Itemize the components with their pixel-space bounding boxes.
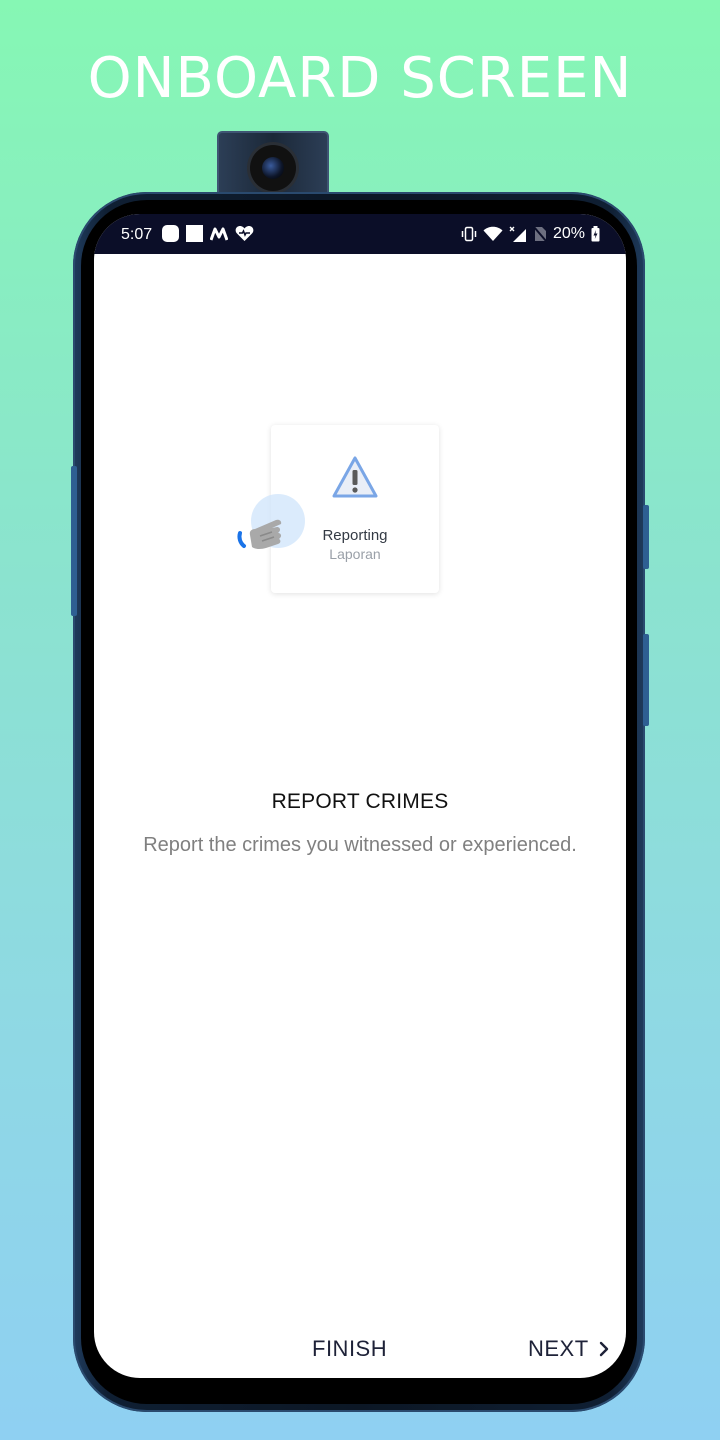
notification-icon [162,225,179,242]
finish-button[interactable]: FINISH [312,1336,387,1362]
onboarding-description: Report the crimes you witnessed or exper… [143,834,577,856]
status-bar: 5:07 20% [94,214,626,254]
next-button-label: NEXT [528,1336,589,1361]
no-sim-icon [533,226,547,242]
heart-icon [235,225,254,241]
battery-percentage: 20% [552,225,585,242]
m-app-icon [210,227,228,241]
next-button[interactable]: NEXT [528,1336,609,1362]
status-left-icons [162,225,254,242]
tap-hand-icon [237,494,305,549]
popup-camera [217,131,329,197]
square-icon [186,225,203,242]
battery-charging-icon [591,226,600,242]
promo-title: ONBOARD SCREEN [87,46,633,111]
wifi-icon [483,226,503,241]
phone-side-button-left [71,466,77,616]
phone-side-button-right-upper [643,505,649,569]
warning-icon [332,456,378,498]
chevron-right-icon [599,1341,608,1357]
status-right-icons: 20% [461,225,600,243]
device-screen: 5:07 20% Reporting Laporan REPORT CRIMES… [94,214,626,1378]
phone-side-button-right-lower [643,634,649,726]
status-time: 5:07 [121,226,153,243]
onboarding-title: REPORT CRIMES [271,790,449,813]
vibrate-icon [461,226,477,242]
camera-lens-icon [250,145,296,191]
signal-icon [509,226,526,242]
